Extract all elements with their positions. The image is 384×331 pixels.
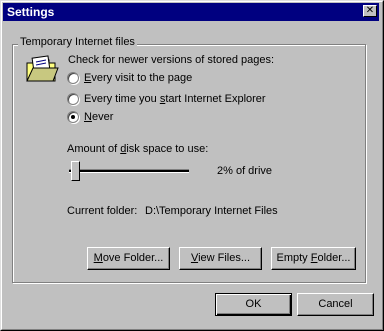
current-folder-label: Current folder: — [67, 205, 138, 217]
disk-space-label: Amount of disk space to use: — [67, 143, 209, 155]
radio-every-visit[interactable]: Every visit to the page — [67, 71, 192, 85]
radio-button[interactable] — [67, 93, 79, 105]
radio-button-selected[interactable] — [67, 111, 79, 123]
radio-label: Every time you start Internet Explorer — [84, 93, 266, 105]
disk-percent-label: 2% of drive — [217, 165, 273, 177]
move-folder-button[interactable]: Move Folder... — [87, 247, 170, 270]
close-icon: ✕ — [365, 5, 375, 16]
radio-label: Every visit to the page — [84, 72, 193, 84]
folder-icon — [26, 55, 59, 82]
radio-button[interactable] — [67, 72, 79, 84]
check-newer-label: Check for newer versions of stored pages… — [68, 54, 275, 66]
ok-button[interactable]: OK — [215, 293, 292, 316]
groupbox-label: Temporary Internet files — [18, 35, 137, 49]
close-button[interactable]: ✕ — [363, 5, 377, 17]
radio-label: Never — [84, 111, 114, 123]
radio-never[interactable]: Never — [67, 110, 113, 124]
view-files-button[interactable]: View Files... — [179, 247, 262, 270]
settings-dialog: Settings ✕ Temporary Internet files Chec… — [0, 0, 384, 331]
radio-every-start[interactable]: Every time you start Internet Explorer — [67, 92, 266, 106]
empty-folder-button[interactable]: Empty Folder... — [271, 247, 356, 270]
disk-space-slider-thumb[interactable] — [71, 161, 80, 181]
window-title: Settings — [7, 5, 55, 19]
disk-space-slider-track[interactable] — [69, 169, 189, 173]
current-folder-value: D:\Temporary Internet Files — [145, 205, 278, 217]
cancel-button[interactable]: Cancel — [297, 293, 374, 316]
title-bar[interactable]: Settings ✕ — [3, 3, 379, 21]
